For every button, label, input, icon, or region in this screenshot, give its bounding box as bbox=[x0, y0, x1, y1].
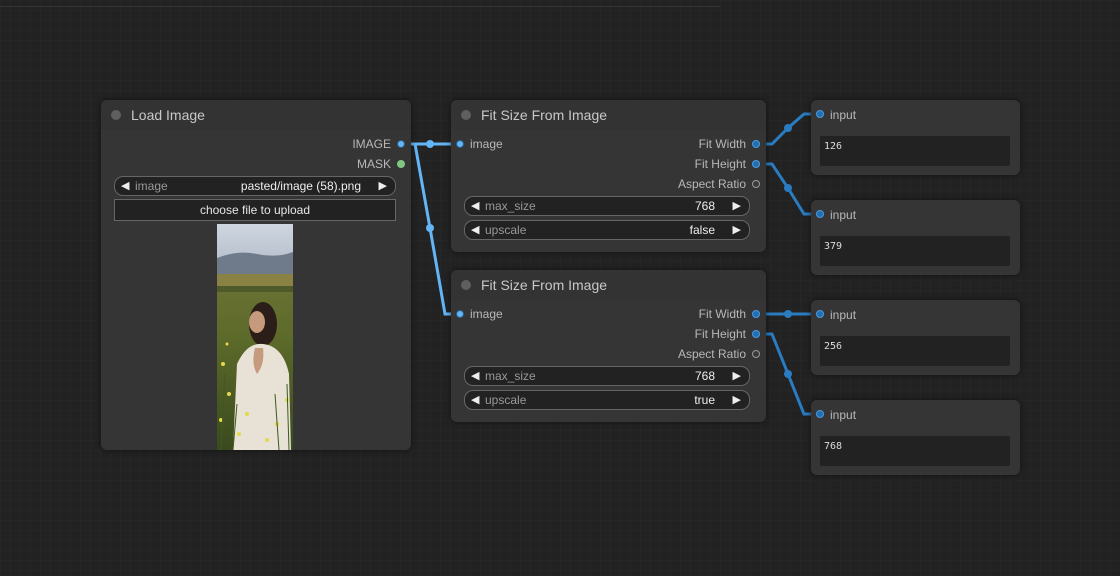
upscale-widget[interactable]: ◀ upscale false ▶ bbox=[464, 220, 750, 240]
input-value: 379 bbox=[824, 241, 843, 252]
input-label: input bbox=[830, 108, 857, 122]
output-fit-width-label: Fit Width bbox=[698, 137, 746, 151]
fit-size-node-1[interactable]: Fit Size From Image image Fit Width Fit … bbox=[451, 100, 766, 252]
input-image-label: image bbox=[470, 307, 503, 321]
link-midpoint bbox=[784, 370, 792, 378]
input-node-1[interactable]: input 126 bbox=[811, 100, 1020, 175]
widget-label: max_size bbox=[485, 199, 536, 213]
output-fit-height-socket[interactable] bbox=[752, 160, 760, 168]
output-fit-height-socket[interactable] bbox=[752, 330, 760, 338]
input-value: 768 bbox=[824, 441, 843, 452]
output-aspect-ratio-label: Aspect Ratio bbox=[677, 177, 746, 191]
input-image-socket[interactable] bbox=[456, 140, 464, 148]
max-size-widget[interactable]: ◀ max_size 768 ▶ bbox=[464, 196, 750, 216]
widget-value: false bbox=[689, 223, 715, 237]
upload-button[interactable]: choose file to upload bbox=[114, 199, 396, 221]
widget-label: max_size bbox=[485, 369, 536, 383]
max-size-widget[interactable]: ◀ max_size 768 ▶ bbox=[464, 366, 750, 386]
link-midpoint bbox=[426, 140, 434, 148]
output-mask-socket[interactable] bbox=[397, 160, 405, 168]
image-combo-widget[interactable]: ◀ image pasted/image (58).png ▶ bbox=[114, 176, 396, 196]
input-socket[interactable] bbox=[816, 210, 824, 218]
load-image-node[interactable]: Load Image IMAGE MASK ◀ image pasted/ima… bbox=[101, 100, 411, 450]
node-title: Load Image bbox=[131, 107, 205, 123]
widget-label: image bbox=[135, 179, 168, 193]
preview-photo bbox=[217, 224, 293, 450]
input-image-label: image bbox=[470, 137, 503, 151]
node-header[interactable]: Fit Size From Image bbox=[451, 270, 766, 300]
canvas-top-edge bbox=[0, 0, 720, 7]
widget-label: upscale bbox=[485, 223, 527, 237]
node-header[interactable]: Load Image bbox=[101, 100, 411, 130]
input-socket[interactable] bbox=[816, 410, 824, 418]
output-fit-width-label: Fit Width bbox=[698, 307, 746, 321]
input-textbox[interactable]: 126 bbox=[820, 136, 1010, 166]
node-title: Fit Size From Image bbox=[481, 107, 608, 123]
input-value: 126 bbox=[824, 141, 843, 152]
input-textbox[interactable]: 379 bbox=[820, 236, 1010, 266]
input-image-socket[interactable] bbox=[456, 310, 464, 318]
fit-size-node-2[interactable]: Fit Size From Image image Fit Width Fit … bbox=[451, 270, 766, 422]
decrement-arrow-icon[interactable]: ◀ bbox=[471, 391, 479, 409]
decrement-arrow-icon[interactable]: ◀ bbox=[471, 367, 479, 385]
collapse-dot-icon[interactable] bbox=[461, 110, 471, 120]
widget-value: 768 bbox=[694, 199, 715, 213]
link-midpoint bbox=[784, 124, 792, 132]
input-label: input bbox=[830, 308, 857, 322]
output-fit-width-socket[interactable] bbox=[752, 140, 760, 148]
widget-value: true bbox=[694, 393, 715, 407]
input-socket[interactable] bbox=[816, 310, 824, 318]
input-node-3[interactable]: input 256 bbox=[811, 300, 1020, 375]
input-socket[interactable] bbox=[816, 110, 824, 118]
widget-value: 768 bbox=[694, 369, 715, 383]
output-aspect-ratio-socket[interactable] bbox=[752, 180, 760, 188]
node-header[interactable]: Fit Size From Image bbox=[451, 100, 766, 130]
input-textbox[interactable]: 768 bbox=[820, 436, 1010, 466]
widget-label: upscale bbox=[485, 393, 527, 407]
input-node-2[interactable]: input 379 bbox=[811, 200, 1020, 275]
input-label: input bbox=[830, 208, 857, 222]
output-aspect-ratio-label: Aspect Ratio bbox=[677, 347, 746, 361]
output-image-label: IMAGE bbox=[352, 137, 391, 151]
collapse-dot-icon[interactable] bbox=[111, 110, 121, 120]
decrement-arrow-icon[interactable]: ◀ bbox=[471, 197, 479, 215]
increment-arrow-icon[interactable]: ▶ bbox=[379, 177, 387, 195]
input-label: input bbox=[830, 408, 857, 422]
decrement-arrow-icon[interactable]: ◀ bbox=[121, 177, 129, 195]
collapse-dot-icon[interactable] bbox=[461, 280, 471, 290]
image-preview bbox=[217, 224, 293, 450]
increment-arrow-icon[interactable]: ▶ bbox=[733, 367, 741, 385]
node-title: Fit Size From Image bbox=[481, 277, 608, 293]
increment-arrow-icon[interactable]: ▶ bbox=[733, 197, 741, 215]
widget-value: pasted/image (58).png bbox=[240, 179, 361, 193]
output-mask-label: MASK bbox=[356, 157, 391, 171]
upscale-widget[interactable]: ◀ upscale true ▶ bbox=[464, 390, 750, 410]
increment-arrow-icon[interactable]: ▶ bbox=[733, 391, 741, 409]
output-fit-width-socket[interactable] bbox=[752, 310, 760, 318]
increment-arrow-icon[interactable]: ▶ bbox=[733, 221, 741, 239]
output-image-socket[interactable] bbox=[397, 140, 405, 148]
input-node-4[interactable]: input 768 bbox=[811, 400, 1020, 475]
output-aspect-ratio-socket[interactable] bbox=[752, 350, 760, 358]
output-fit-height-label: Fit Height bbox=[694, 157, 746, 171]
link-midpoint bbox=[784, 184, 792, 192]
decrement-arrow-icon[interactable]: ◀ bbox=[471, 221, 479, 239]
link-midpoint bbox=[426, 224, 434, 232]
input-value: 256 bbox=[824, 341, 843, 352]
input-textbox[interactable]: 256 bbox=[820, 336, 1010, 366]
output-fit-height-label: Fit Height bbox=[694, 327, 746, 341]
link-midpoint bbox=[784, 310, 792, 318]
